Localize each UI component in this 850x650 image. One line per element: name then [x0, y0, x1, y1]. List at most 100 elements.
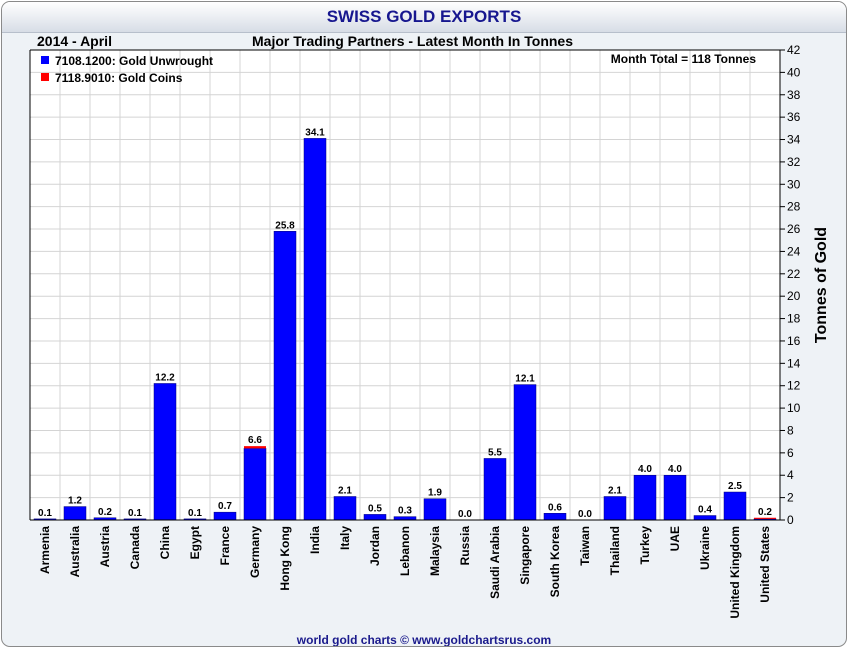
y-tick-label: 10 [787, 401, 801, 415]
data-label: 0.4 [698, 505, 712, 516]
bar [243, 448, 267, 521]
y-tick-label: 14 [787, 356, 801, 370]
data-label: 0.2 [98, 507, 112, 518]
y-tick-label: 32 [787, 155, 801, 169]
x-tick-label: Australia [68, 526, 82, 578]
x-tick-label: China [158, 526, 172, 560]
x-tick-label: Turkey [638, 526, 652, 565]
x-tick-label: Jordan [368, 526, 382, 566]
y-tick-label: 40 [787, 65, 801, 79]
legend-swatch [41, 73, 49, 81]
x-tick-label: UAE [668, 526, 682, 551]
bar [153, 383, 177, 521]
data-label: 4.0 [668, 464, 682, 475]
data-label: 0.3 [398, 506, 412, 517]
y-tick-label: 0 [787, 513, 794, 527]
data-label: 1.9 [428, 488, 442, 499]
y-tick-label: 8 [787, 423, 794, 437]
x-tick-label: France [218, 526, 232, 566]
y-tick-label: 12 [787, 379, 801, 393]
legend-swatch [41, 56, 49, 64]
data-label: 0.5 [368, 503, 382, 514]
data-label: 12.1 [515, 374, 535, 385]
x-tick-label: Egypt [188, 526, 202, 559]
y-tick-label: 4 [787, 468, 794, 482]
y-axis-label: Tonnes of Gold [813, 227, 830, 343]
y-tick-label: 28 [787, 200, 801, 214]
x-tick-label: Ukraine [698, 526, 712, 570]
bar [633, 474, 657, 521]
bar [303, 138, 327, 521]
data-label: 0.1 [38, 508, 52, 519]
data-label: 25.8 [275, 220, 295, 231]
x-tick-label: Taiwan [578, 526, 592, 566]
x-tick-label: Austria [98, 526, 112, 568]
data-label: 4.0 [638, 464, 652, 475]
month-total-annotation: Month Total = 118 Tonnes [611, 52, 757, 66]
bar [244, 446, 266, 449]
bar [483, 458, 507, 521]
y-tick-label: 20 [787, 289, 801, 303]
legend-label: 7118.9010: Gold Coins [55, 71, 183, 85]
x-tick-label: South Korea [548, 526, 562, 598]
x-tick-label: Singapore [518, 526, 532, 585]
x-tick-label: India [308, 526, 322, 554]
y-tick-label: 22 [787, 267, 801, 281]
x-tick-label: Malaysia [428, 526, 442, 576]
data-label: 2.1 [608, 486, 622, 497]
data-label: 0.2 [758, 507, 772, 518]
bar [273, 231, 297, 521]
y-tick-label: 38 [787, 88, 801, 102]
y-tick-label: 36 [787, 110, 801, 124]
bar [723, 491, 747, 521]
bar [693, 515, 717, 521]
bar [663, 474, 687, 521]
y-tick-label: 16 [787, 334, 801, 348]
plot-area [30, 50, 780, 520]
data-label: 1.2 [68, 496, 82, 507]
data-label: 2.5 [728, 481, 742, 492]
x-tick-label: United States [758, 526, 772, 603]
y-tick-label: 6 [787, 446, 794, 460]
bar [333, 496, 357, 521]
x-tick-label: United Kingdom [728, 526, 742, 619]
data-label: 5.5 [488, 447, 502, 458]
bar [603, 496, 627, 521]
bar [363, 514, 387, 521]
data-label: 2.1 [338, 486, 352, 497]
x-tick-label: Saudi Arabia [488, 526, 502, 599]
data-label: 0.1 [128, 508, 142, 519]
bar [543, 513, 567, 521]
x-tick-label: Thailand [608, 526, 622, 575]
bar [213, 511, 237, 521]
data-label: 0.1 [188, 508, 202, 519]
data-label: 0.7 [218, 501, 232, 512]
x-tick-label: Russia [458, 526, 472, 566]
bar-chart: 0246810121416182022242628303234363840420… [29, 43, 830, 619]
data-label: 12.2 [155, 372, 175, 383]
data-label: 0.0 [578, 509, 592, 520]
y-tick-label: 34 [787, 133, 801, 147]
bar [63, 506, 87, 521]
y-tick-label: 26 [787, 222, 801, 236]
data-label: 34.1 [305, 127, 325, 138]
x-tick-label: Canada [128, 526, 142, 570]
data-label: 0.6 [548, 502, 562, 513]
bar [513, 384, 537, 521]
y-tick-label: 18 [787, 312, 801, 326]
y-tick-label: 30 [787, 177, 801, 191]
legend-label: 7108.1200: Gold Unwrought [55, 54, 213, 68]
x-tick-label: Armenia [38, 526, 52, 574]
x-tick-label: Hong Kong [278, 526, 292, 591]
y-tick-label: 24 [787, 244, 801, 258]
bar [423, 498, 447, 521]
bar [754, 517, 776, 519]
x-tick-label: Italy [338, 526, 352, 550]
y-tick-label: 2 [787, 491, 794, 505]
y-tick-label: 42 [787, 43, 801, 57]
x-tick-label: Germany [248, 526, 262, 578]
data-label: 0.0 [458, 509, 472, 520]
x-tick-label: Lebanon [398, 526, 412, 576]
data-label: 6.6 [248, 435, 262, 446]
bar [393, 516, 417, 521]
